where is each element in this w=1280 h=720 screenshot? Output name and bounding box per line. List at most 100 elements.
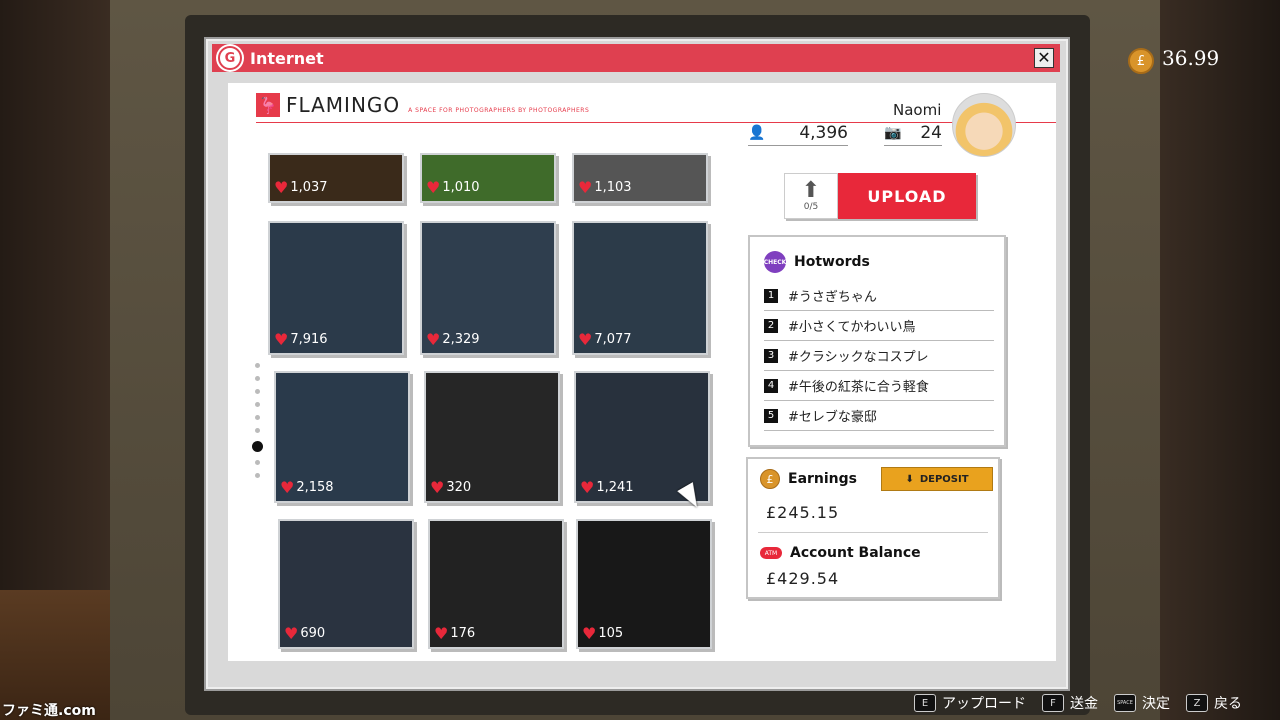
hud-money: 36.99	[1162, 46, 1220, 70]
photos-stat: 📷 24	[884, 123, 942, 146]
page-dot-active[interactable]	[252, 441, 263, 452]
photo-tile[interactable]: ♥ 1,103	[572, 153, 708, 203]
like-count: ♥ 2,329	[426, 330, 480, 349]
page-indicator	[252, 363, 263, 486]
photo-grid: ♥ 1,037 ♥ 1,010 ♥ 1,103 ♥ 7,916 ♥ 2,329 ♥ 7,07…	[268, 153, 718, 661]
deposit-label: DEPOSIT	[919, 473, 969, 485]
window-title: Internet	[250, 48, 324, 68]
browser-icon: G	[218, 46, 242, 70]
heart-icon: ♥	[430, 478, 445, 497]
heart-icon: ♥	[580, 478, 595, 497]
heart-icon: ♥	[274, 178, 289, 197]
hotword-rank: 5	[764, 408, 778, 423]
key-z: Z	[1186, 694, 1208, 712]
control-label-confirm: 決定	[1142, 696, 1170, 712]
upload-counter: ⬆ 0/5	[784, 173, 838, 219]
like-count: ♥ 690	[284, 624, 326, 643]
upload-count: 0/5	[803, 202, 819, 212]
like-count: ♥ 1,010	[426, 178, 480, 197]
photo-tile[interactable]: ♥ 176	[428, 519, 564, 649]
hotword-rank: 3	[764, 348, 778, 363]
internet-window: G Internet ✕ 🦩 FLAMINGO A SPACE FOR PHOT…	[204, 37, 1070, 691]
follower-icon: 👤	[748, 125, 766, 141]
control-label-send: 送金	[1070, 696, 1098, 712]
page-dot[interactable]	[254, 473, 260, 478]
hotword-item[interactable]: 1 #うさぎちゃん	[764, 281, 994, 311]
avatar[interactable]	[952, 93, 1016, 157]
flamingo-page: 🦩 FLAMINGO A SPACE FOR PHOTOGRAPHERS BY …	[228, 83, 1056, 661]
page-dot[interactable]	[254, 402, 260, 407]
control-hints: E アップロード F 送金 SPACE 決定 Z 戻る	[914, 693, 1258, 713]
hotword-item[interactable]: 2 #小さくてかわいい鳥	[764, 311, 994, 341]
photo-tile[interactable]: ♥ 2,329	[420, 221, 556, 355]
hotword-text: #午後の紅茶に合う軽食	[788, 380, 929, 395]
page-dot[interactable]	[254, 389, 260, 394]
photo-tile[interactable]: ♥ 320	[424, 371, 560, 503]
deposit-icon: ⬇	[905, 473, 914, 485]
photo-tile[interactable]: ♥ 690	[278, 519, 414, 649]
control-label-back: 戻る	[1214, 696, 1242, 712]
page-dot[interactable]	[254, 460, 260, 465]
room-wall-right	[1150, 0, 1280, 720]
account-label: Account Balance	[790, 545, 921, 561]
hotword-text: #小さくてかわいい鳥	[788, 320, 916, 335]
hotword-item[interactable]: 4 #午後の紅茶に合う軽食	[764, 371, 994, 401]
hotword-text: #クラシックなコスプレ	[788, 350, 929, 365]
close-button[interactable]: ✕	[1034, 48, 1054, 68]
photo-tile[interactable]: ♥ 7,916	[268, 221, 404, 355]
like-count: ♥ 176	[434, 624, 476, 643]
heart-icon: ♥	[578, 330, 593, 349]
earnings-label: Earnings	[788, 471, 858, 487]
photo-tile[interactable]: ♥ 1,037	[268, 153, 404, 203]
hotwords-header: CHECK Hotwords	[764, 251, 1004, 273]
site-name: FLAMINGO	[286, 93, 401, 117]
upload-icon: ⬆	[801, 178, 821, 203]
control-label-upload: アップロード	[942, 696, 1026, 712]
account-header: ATM Account Balance	[760, 545, 998, 561]
like-count: ♥ 1,241	[580, 478, 634, 497]
like-count: ♥ 7,077	[578, 330, 632, 349]
watermark: ファミ通.com	[2, 703, 96, 719]
like-count: ♥ 2,158	[280, 478, 334, 497]
page-dot[interactable]	[254, 415, 260, 420]
heart-icon: ♥	[426, 178, 441, 197]
like-count: ♥ 105	[582, 624, 624, 643]
key-f: F	[1042, 694, 1064, 712]
like-count: ♥ 1,103	[578, 178, 632, 197]
hotword-item[interactable]: 5 #セレブな豪邸	[764, 401, 994, 431]
page-dot[interactable]	[254, 376, 260, 381]
coin-icon: £	[1128, 48, 1154, 74]
like-count: ♥ 7,916	[274, 330, 328, 349]
page-dot[interactable]	[254, 363, 260, 368]
heart-icon: ♥	[280, 478, 295, 497]
account-value: £429.54	[766, 569, 840, 588]
upload-control: ⬆ 0/5 UPLOAD	[784, 173, 976, 219]
deposit-button[interactable]: ⬇ DEPOSIT	[881, 467, 994, 491]
flamingo-icon: 🦩	[256, 93, 280, 117]
profile-username: Naomi	[893, 101, 942, 119]
photo-tile[interactable]: ♥ 2,158	[274, 371, 410, 503]
key-space: SPACE	[1114, 694, 1136, 712]
photo-tile[interactable]: ♥ 1,010	[420, 153, 556, 203]
hotword-text: #うさぎちゃん	[788, 290, 877, 305]
camera-icon: 📷	[884, 125, 902, 141]
pound-coin-icon: £	[760, 469, 780, 489]
upload-button[interactable]: UPLOAD	[838, 173, 976, 219]
followers-count: 4,396	[799, 123, 848, 143]
like-count: ♥ 320	[430, 478, 472, 497]
hotword-rank: 2	[764, 318, 778, 333]
photos-count: 24	[920, 123, 942, 143]
photo-tile[interactable]: ♥ 105	[576, 519, 712, 649]
heart-icon: ♥	[284, 624, 299, 643]
window-titlebar: G Internet ✕	[212, 44, 1060, 72]
hotword-item[interactable]: 3 #クラシックなコスプレ	[764, 341, 994, 371]
hotwords-title: Hotwords	[794, 254, 870, 270]
key-e: E	[914, 694, 936, 712]
hotword-rank: 1	[764, 288, 778, 303]
heart-icon: ♥	[582, 624, 597, 643]
heart-icon: ♥	[434, 624, 449, 643]
page-dot[interactable]	[254, 428, 260, 433]
photo-tile[interactable]: ♥ 7,077	[572, 221, 708, 355]
heart-icon: ♥	[426, 330, 441, 349]
hotword-text: #セレブな豪邸	[788, 410, 877, 425]
